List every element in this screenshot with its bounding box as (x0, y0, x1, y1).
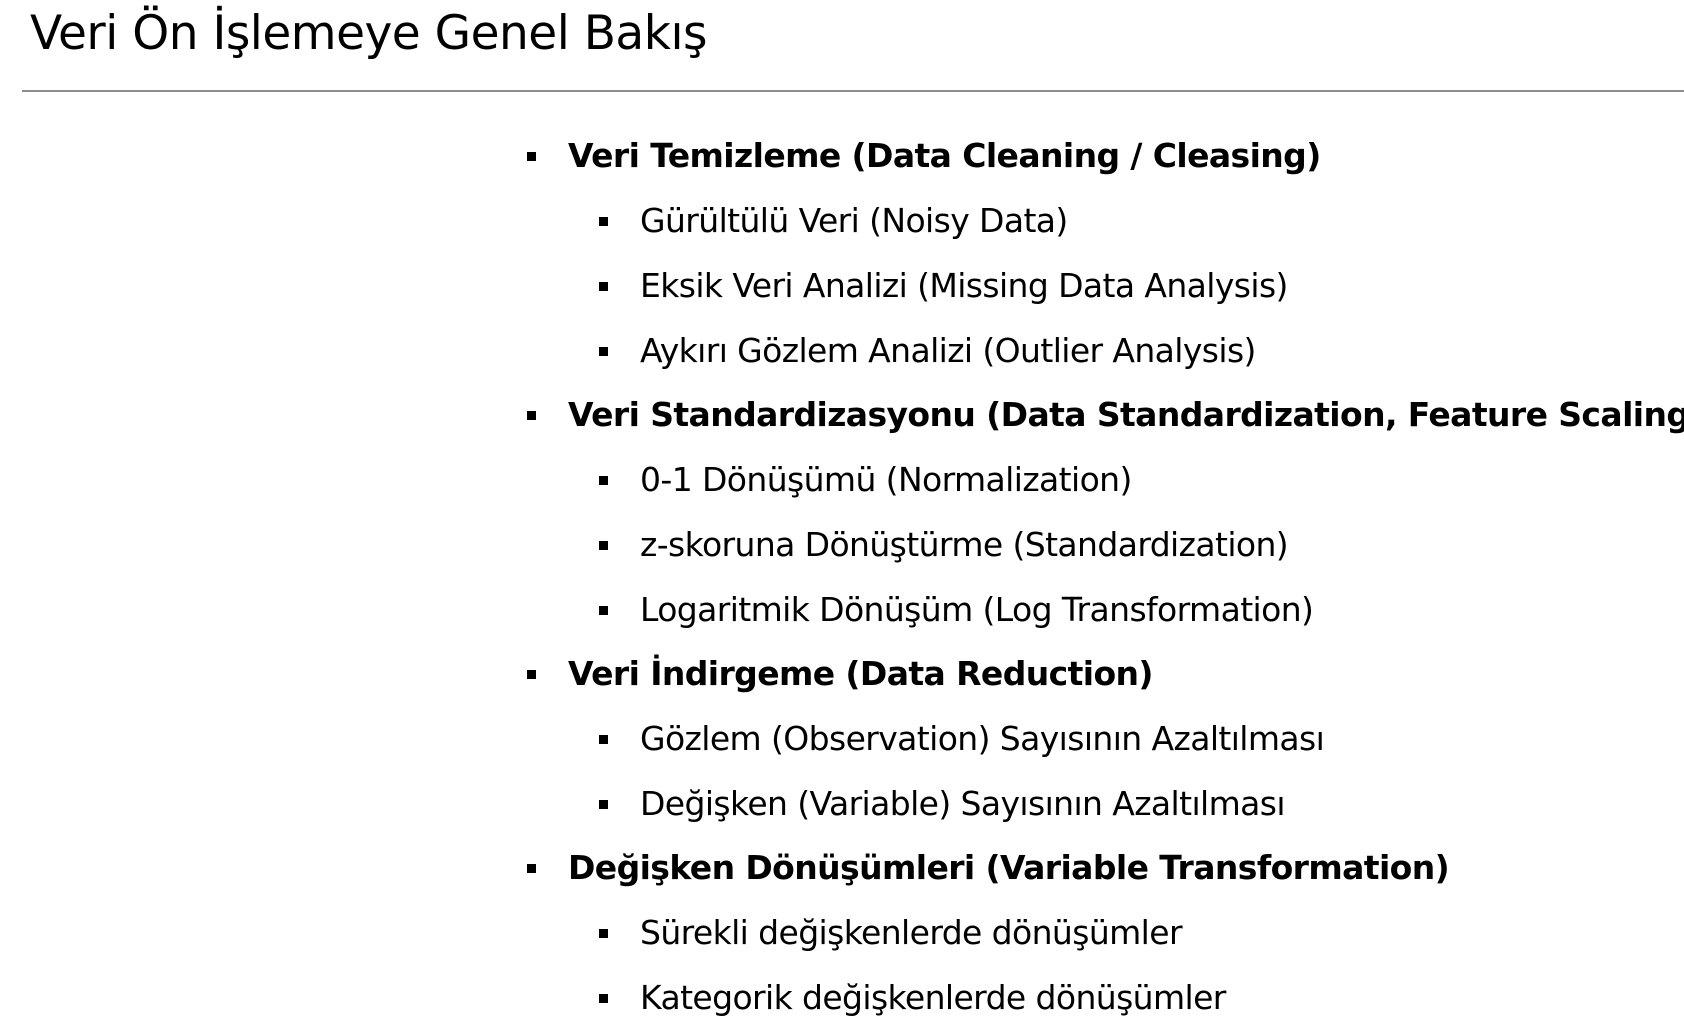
square-bullet-icon (527, 670, 536, 679)
slide-title: Veri Ön İşlemeye Genel Bakış (30, 6, 708, 61)
square-bullet-icon (599, 735, 608, 744)
section-label: Veri İndirgeme (Data Reduction) (568, 654, 1154, 693)
sub-item-label: Sürekli değişkenlerde dönüşümler (640, 913, 1183, 952)
sub-item-label: z-skoruna Dönüştürme (Standardization) (640, 525, 1289, 564)
square-bullet-icon (599, 994, 608, 1003)
sub-item-label: Kategorik değişkenlerde dönüşümler (640, 978, 1226, 1017)
square-bullet-icon (599, 217, 608, 226)
sub-item: Sürekli değişkenlerde dönüşümler (599, 913, 1183, 953)
section-item-data-reduction: Veri İndirgeme (Data Reduction) (527, 654, 1154, 694)
sub-item: 0-1 Dönüşümü (Normalization) (599, 460, 1132, 500)
square-bullet-icon (599, 476, 608, 485)
section-item-data-cleaning: Veri Temizleme (Data Cleaning / Cleasing… (527, 136, 1321, 176)
sub-item: z-skoruna Dönüştürme (Standardization) (599, 525, 1289, 565)
sub-item-label: Gözlem (Observation) Sayısının Azaltılma… (640, 719, 1325, 758)
square-bullet-icon (599, 541, 608, 550)
sub-item: Kategorik değişkenlerde dönüşümler (599, 978, 1226, 1018)
square-bullet-icon (599, 347, 608, 356)
sub-item-label: Aykırı Gözlem Analizi (Outlier Analysis) (640, 331, 1256, 370)
square-bullet-icon (527, 152, 536, 161)
section-label: Veri Temizleme (Data Cleaning / Cleasing… (568, 136, 1321, 175)
sub-item: Logaritmik Dönüşüm (Log Transformation) (599, 590, 1314, 630)
section-item-variable-transformation: Değişken Dönüşümleri (Variable Transform… (527, 848, 1450, 888)
sub-item-label: Eksik Veri Analizi (Missing Data Analysi… (640, 266, 1288, 305)
square-bullet-icon (599, 800, 608, 809)
square-bullet-icon (527, 864, 536, 873)
section-label: Veri Standardizasyonu (Data Standardizat… (568, 395, 1684, 434)
sub-item: Değişken (Variable) Sayısının Azaltılmas… (599, 784, 1286, 824)
sub-item: Gözlem (Observation) Sayısının Azaltılma… (599, 719, 1325, 759)
sub-item-label: Değişken (Variable) Sayısının Azaltılmas… (640, 784, 1286, 823)
sub-item-label: Logaritmik Dönüşüm (Log Transformation) (640, 590, 1314, 629)
sub-item: Gürültülü Veri (Noisy Data) (599, 201, 1068, 241)
sub-item: Aykırı Gözlem Analizi (Outlier Analysis) (599, 331, 1256, 371)
square-bullet-icon (599, 282, 608, 291)
sub-item-label: 0-1 Dönüşümü (Normalization) (640, 460, 1132, 499)
square-bullet-icon (599, 929, 608, 938)
sub-item-label: Gürültülü Veri (Noisy Data) (640, 201, 1068, 240)
section-item-data-standardization: Veri Standardizasyonu (Data Standardizat… (527, 395, 1684, 435)
section-label: Değişken Dönüşümleri (Variable Transform… (568, 848, 1450, 887)
square-bullet-icon (599, 606, 608, 615)
sub-item: Eksik Veri Analizi (Missing Data Analysi… (599, 266, 1288, 306)
square-bullet-icon (527, 411, 536, 420)
title-divider (22, 90, 1684, 92)
